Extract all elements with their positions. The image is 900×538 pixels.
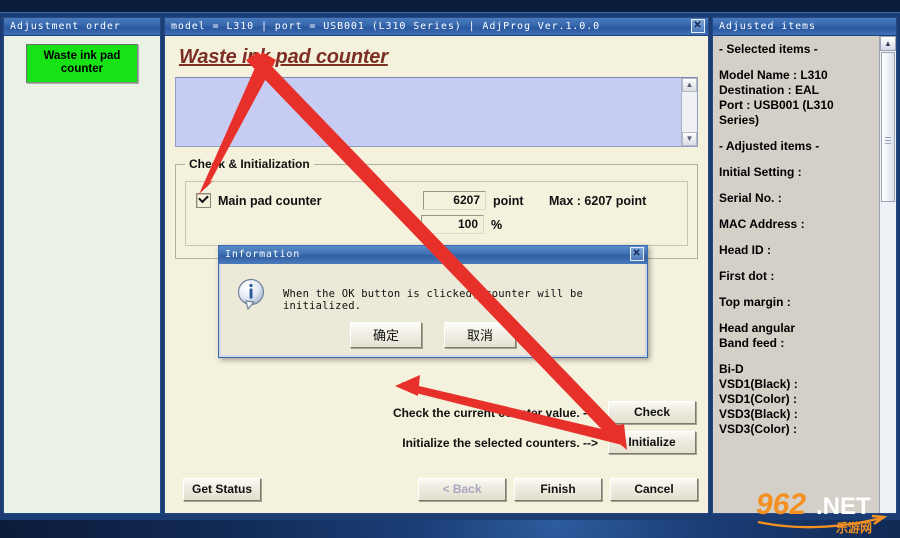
information-icon [237,278,265,310]
check-action-row: Check the current counter value. --> Che… [276,401,696,424]
main-pad-counter-percent-input[interactable]: 100 [421,215,484,234]
group-legend: Check & Initialization [189,157,310,171]
action-rows: Check the current counter value. --> Che… [276,401,696,461]
window-title-label: model = L310 | port = USB001 (L310 Serie… [171,21,601,32]
check-initialization-group: Check & Initialization Main pad counter … [175,157,698,259]
log-scrollbar[interactable]: ▲ ▼ [681,78,697,146]
dialog-cancel-button[interactable]: 取消 [444,322,516,348]
main-pad-counter-row: Main pad counter 6207 point Max : 6207 p… [196,191,677,210]
sidebar-item-waste-ink-pad-counter[interactable]: Waste ink pad counter [26,44,138,83]
main-pad-counter-percent-row: 100 % [196,215,677,234]
scroll-up-icon[interactable]: ▲ [880,36,896,51]
counter-box: Main pad counter 6207 point Max : 6207 p… [185,181,688,246]
sidebar-title-label: Adjustment order [10,21,121,32]
right-panel-title-bar: Adjusted items [713,18,896,36]
list-item: MAC Address : [719,217,805,231]
window-title-bar: model = L310 | port = USB001 (L310 Serie… [165,18,708,36]
close-icon[interactable]: ✕ [691,19,705,33]
footer-button-bar: Get Status < Back Finish Cancel [175,478,698,501]
initialize-button[interactable]: Initialize [608,431,696,454]
adjusted-items-scrollbar[interactable]: ▲ [879,36,896,513]
main-pad-counter-points-input[interactable]: 6207 [423,191,486,210]
points-unit-label: point [493,193,524,208]
scrollbar-thumb[interactable] [881,52,895,202]
dialog-message: When the OK button is clicked, counter w… [283,288,583,312]
adjustment-order-panel: Adjustment order Waste ink pad counter [3,17,161,514]
dialog-title-label: Information [225,249,301,260]
watermark-subtitle: 乐游网 [836,520,872,535]
list-item: Bi-D VSD1(Black) : VSD1(Color) : VSD3(Bl… [719,362,798,436]
right-panel-title-label: Adjusted items [719,21,816,32]
check-button[interactable]: Check [608,401,696,424]
log-textarea[interactable]: ▲ ▼ [175,77,698,147]
list-item: First dot : [719,269,775,283]
list-item: Model Name : L310 Destination : EAL Port… [719,68,834,127]
sidebar-title-bar: Adjustment order [4,18,160,36]
percent-unit-label: % [491,217,503,232]
list-item: Serial No. : [719,191,782,205]
list-item: Head angular Band feed : [719,321,796,350]
scroll-down-icon[interactable]: ▼ [682,132,697,146]
cancel-button[interactable]: Cancel [610,478,698,501]
initialize-action-label: Initialize the selected counters. --> [402,435,598,450]
get-status-button[interactable]: Get Status [183,478,262,501]
list-item: Initial Setting : [719,165,802,179]
list-item: Top margin : [719,295,791,309]
dialog-ok-button[interactable]: 确定 [350,322,422,348]
main-pad-counter-checkbox[interactable] [196,193,211,208]
right-panel-body: - Selected items - Model Name : L310 Des… [713,36,896,513]
scroll-up-icon[interactable]: ▲ [682,78,697,92]
dialog-body: When the OK button is clicked, counter w… [219,264,647,357]
watermark-number: 962 [756,488,806,521]
information-dialog: Information ✕ When the OK button is clic… [218,245,648,358]
adjusted-items-panel: Adjusted items - Selected items - Model … [712,17,897,514]
max-points-label: Max : 6207 point [549,193,647,208]
sidebar-body: Waste ink pad counter [4,36,160,513]
list-item: Head ID : [719,243,772,257]
finish-button[interactable]: Finish [514,478,602,501]
check-action-label: Check the current counter value. --> [392,405,598,420]
initialize-action-row: Initialize the selected counters. --> In… [276,431,696,454]
watermark-suffix: .NET [816,493,871,520]
site-watermark: 962 .NET 乐游网 [756,488,888,535]
dialog-button-row: 确定 取消 [221,322,645,348]
adjusted-items-list: - Selected items - Model Name : L310 Des… [713,36,880,513]
page-title: Waste ink pad counter [179,46,388,68]
dialog-close-icon[interactable]: ✕ [630,247,644,261]
scrollbar-grip-icon [885,137,891,144]
main-pad-counter-label: Main pad counter [218,193,322,208]
back-button[interactable]: < Back [418,478,506,501]
list-item: - Selected items - [719,42,818,56]
dialog-title-bar: Information ✕ [219,246,647,264]
list-item: - Adjusted items - [719,139,820,153]
